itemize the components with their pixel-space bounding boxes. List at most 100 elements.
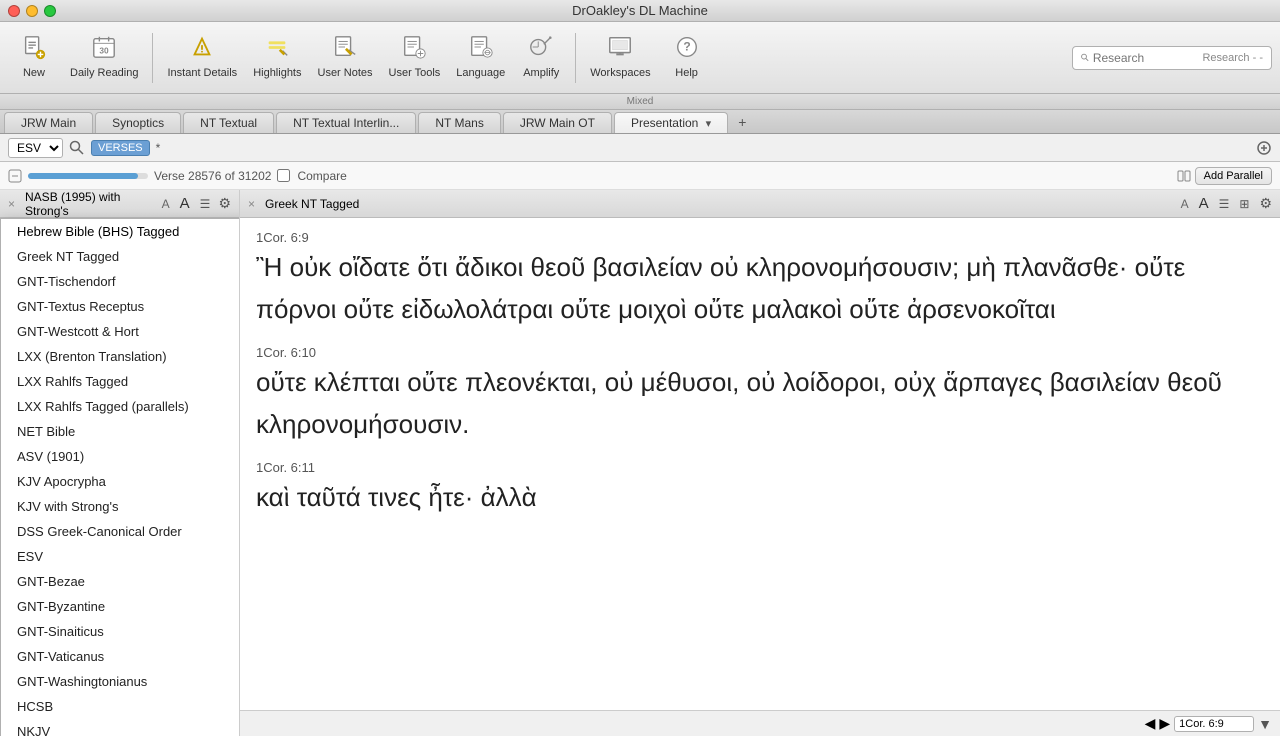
- left-panel-header: × NASB (1995) with Strong's A A ☰ ⚙: [0, 190, 239, 218]
- search-asterisk: *: [156, 141, 161, 155]
- right-panel-options-icon[interactable]: ☰: [1219, 197, 1230, 211]
- dropdown-item-nkjv[interactable]: NKJV: [1, 719, 240, 736]
- dropdown-item-gnt-byzantine[interactable]: GNT-Byzantine: [1, 594, 240, 619]
- daily-reading-button[interactable]: 30 Daily Reading: [64, 28, 144, 88]
- verse-bar: Verse 28576 of 31202 Compare Add Paralle…: [0, 162, 1280, 190]
- dropdown-item-gnt-bezae[interactable]: GNT-Bezae: [1, 569, 240, 594]
- research-input[interactable]: [1093, 51, 1203, 65]
- dropdown-item-gnt-westcott-hort[interactable]: GNT-Westcott & Hort: [1, 319, 240, 344]
- toolbar-separator-1: [152, 33, 153, 83]
- titlebar: DrOakley's DL Machine: [0, 0, 1280, 22]
- language-icon: [468, 34, 494, 64]
- user-tools-icon: [401, 34, 427, 64]
- dropdown-item-esv[interactable]: ESV: [1, 544, 240, 569]
- right-bottom-nav: ◀ ▶ ▼: [240, 710, 1280, 736]
- dropdown-item-dss-greek-canonical[interactable]: DSS Greek-Canonical Order: [1, 519, 240, 544]
- tab-nt-textual[interactable]: NT Textual: [183, 112, 274, 133]
- right-verse-dropdown[interactable]: ▼: [1258, 716, 1272, 732]
- workspaces-label: Workspaces: [590, 67, 650, 80]
- workspaces-icon: [607, 34, 633, 64]
- language-button[interactable]: Language: [450, 28, 511, 88]
- verse-count: Verse 28576 of 31202: [154, 169, 271, 183]
- help-button[interactable]: ? Help: [661, 28, 713, 88]
- compare-checkbox[interactable]: [277, 169, 290, 182]
- tab-nt-textual-interlin[interactable]: NT Textual Interlin...: [276, 112, 416, 133]
- tab-presentation[interactable]: Presentation ▾: [614, 112, 728, 133]
- user-tools-button[interactable]: User Tools: [383, 28, 447, 88]
- daily-reading-icon: 30: [91, 34, 117, 64]
- window-buttons: [8, 5, 56, 17]
- daily-reading-label: Daily Reading: [70, 67, 138, 80]
- dropdown-item-gnt-washingtonianus[interactable]: GNT-Washingtonianus: [1, 669, 240, 694]
- dropdown-item-gnt-vaticanus[interactable]: GNT-Vaticanus: [1, 644, 240, 669]
- right-verse-1-text: Ἢ οὐκ οἴδατε ὅτι ἄδικοι θεοῦ βασιλείαν ο…: [256, 247, 1264, 330]
- main-content: × NASB (1995) with Strong's A A ☰ ⚙ Hebr…: [0, 190, 1280, 736]
- dropdown-item-kjv-apocrypha[interactable]: KJV Apocrypha: [1, 469, 240, 494]
- instant-details-icon: [189, 34, 215, 64]
- compare-label[interactable]: Compare: [277, 169, 346, 183]
- dropdown-item-greek-nt-tagged[interactable]: Greek NT Tagged: [1, 244, 240, 269]
- add-parallel-button[interactable]: Add Parallel: [1195, 167, 1272, 185]
- add-tab-button[interactable]: +: [730, 111, 754, 133]
- svg-text:30: 30: [100, 46, 110, 56]
- new-button[interactable]: New: [8, 28, 60, 88]
- right-panel-view-icon[interactable]: ⊞: [1239, 197, 1249, 211]
- verse-mode-button[interactable]: VERSES: [91, 140, 150, 156]
- dropdown-item-lxx-brenton[interactable]: LXX (Brenton Translation): [1, 344, 240, 369]
- right-font-size-a-small[interactable]: A: [1181, 197, 1189, 211]
- add-search-icon[interactable]: [1256, 140, 1272, 156]
- toolbar-separator-2: [575, 33, 576, 83]
- minimize-window-button[interactable]: [26, 5, 38, 17]
- dropdown-item-lxx-rahlfs-parallels[interactable]: LXX Rahlfs Tagged (parallels): [1, 394, 240, 419]
- amplify-icon: [528, 34, 554, 64]
- left-panel-title: NASB (1995) with Strong's: [25, 190, 156, 218]
- workspaces-button[interactable]: Workspaces: [584, 28, 656, 88]
- right-verse-3-ref: 1Cor. 6:11: [256, 460, 1264, 475]
- dropdown-item-gnt-tischendorf[interactable]: GNT-Tischendorf: [1, 269, 240, 294]
- tab-jrw-main-ot[interactable]: JRW Main OT: [503, 112, 612, 133]
- panel-settings-icon[interactable]: ⚙: [218, 195, 231, 212]
- user-tools-label: User Tools: [389, 67, 441, 80]
- dropdown-item-gnt-textus-receptus[interactable]: GNT-Textus Receptus: [1, 294, 240, 319]
- font-size-a-large[interactable]: A: [180, 195, 190, 212]
- instant-details-label: Instant Details: [167, 67, 237, 80]
- tab-synoptics[interactable]: Synoptics: [95, 112, 181, 133]
- left-panel-close[interactable]: ×: [8, 197, 15, 211]
- tab-jrw-main[interactable]: JRW Main: [4, 112, 93, 133]
- version-dropdown[interactable]: Hebrew Bible (BHS) Tagged Greek NT Tagge…: [0, 218, 240, 736]
- mixed-label: Mixed: [627, 96, 654, 107]
- window-title: DrOakley's DL Machine: [572, 3, 708, 18]
- right-verse-input[interactable]: [1174, 716, 1254, 732]
- new-icon: [21, 34, 47, 64]
- svg-text:?: ?: [683, 40, 690, 54]
- dropdown-item-lxx-rahlfs-tagged[interactable]: LXX Rahlfs Tagged: [1, 369, 240, 394]
- right-verse-2-ref: 1Cor. 6:10: [256, 345, 1264, 360]
- tab-nt-mans[interactable]: NT Mans: [418, 112, 500, 133]
- highlights-button[interactable]: Highlights: [247, 28, 307, 88]
- dropdown-item-gnt-sinaiticus[interactable]: GNT-Sinaiticus: [1, 619, 240, 644]
- highlights-label: Highlights: [253, 67, 301, 80]
- close-window-button[interactable]: [8, 5, 20, 17]
- right-panel-close[interactable]: ×: [248, 197, 255, 211]
- search-box[interactable]: Research - -: [1072, 46, 1272, 70]
- version-selector[interactable]: ESV: [8, 138, 63, 158]
- maximize-window-button[interactable]: [44, 5, 56, 17]
- instant-details-button[interactable]: Instant Details: [161, 28, 243, 88]
- right-font-size-a-large[interactable]: A: [1199, 195, 1209, 212]
- amplify-button[interactable]: Amplify: [515, 28, 567, 88]
- font-size-a-small[interactable]: A: [162, 197, 170, 211]
- verse-progress-bar: [28, 173, 148, 179]
- panel-options-icon[interactable]: ☰: [200, 197, 211, 211]
- right-prev-arrow[interactable]: ◀: [1145, 715, 1156, 732]
- user-notes-button[interactable]: User Notes: [312, 28, 379, 88]
- dropdown-item-asv-1901[interactable]: ASV (1901): [1, 444, 240, 469]
- right-panel: × Greek NT Tagged A A ☰ ⊞ ⚙ 1Cor. 6:9 Ἢ …: [240, 190, 1280, 736]
- dropdown-item-hebrew-bhs[interactable]: Hebrew Bible (BHS) Tagged: [1, 219, 240, 244]
- dropdown-item-net-bible[interactable]: NET Bible: [1, 419, 240, 444]
- dropdown-item-kjv-strongs[interactable]: KJV with Strong's: [1, 494, 240, 519]
- right-next-arrow[interactable]: ▶: [1159, 715, 1170, 732]
- right-panel-content: 1Cor. 6:9 Ἢ οὐκ οἴδατε ὅτι ἄδικοι θεοῦ β…: [240, 218, 1280, 710]
- right-panel-title: Greek NT Tagged: [265, 197, 1175, 211]
- dropdown-item-hcsb[interactable]: HCSB: [1, 694, 240, 719]
- right-panel-settings-icon[interactable]: ⚙: [1259, 195, 1272, 212]
